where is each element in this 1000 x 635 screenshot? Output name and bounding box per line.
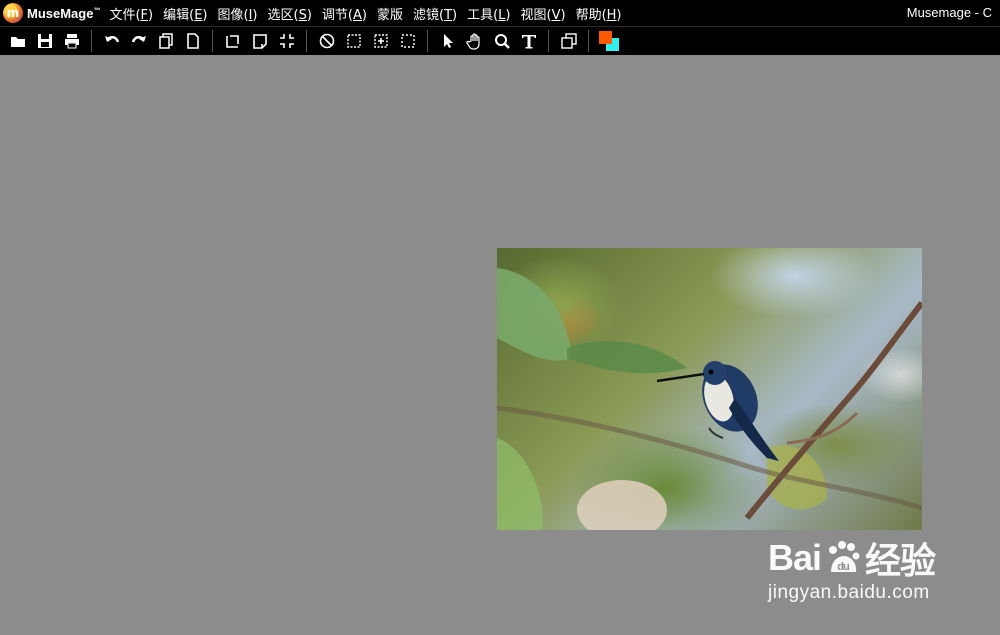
- app-name: MuseMage™: [27, 5, 101, 21]
- layers-icon[interactable]: [557, 29, 581, 53]
- new-document-icon[interactable]: [181, 29, 205, 53]
- deselect-icon[interactable]: [315, 29, 339, 53]
- color-swatch-icon[interactable]: [597, 29, 621, 53]
- menu-item-2[interactable]: 图像(I): [217, 4, 257, 23]
- select-center-icon[interactable]: [369, 29, 393, 53]
- toolbar-separator: [427, 30, 428, 52]
- copy-icon[interactable]: [154, 29, 178, 53]
- watermark-brand: Bai du 经验: [768, 537, 936, 581]
- svg-text:du: du: [837, 561, 849, 573]
- pointer-icon[interactable]: [436, 29, 460, 53]
- baidu-watermark: Bai du 经验 jingyan.baidu.com: [768, 532, 936, 604]
- menu-item-7[interactable]: 工具(L): [467, 4, 510, 23]
- menu-bar: m MuseMage™ 文件(F) 编辑(E) 图像(I) 选区(S) 调节(A) 蒙版滤…: [0, 0, 1000, 26]
- redo-icon[interactable]: [127, 29, 151, 53]
- menu-item-6[interactable]: 滤镜(T): [413, 4, 457, 23]
- menu-item-9[interactable]: 帮助(H): [576, 4, 622, 23]
- toolbar-separator: [548, 30, 549, 52]
- menu-item-0[interactable]: 文件(F): [109, 4, 153, 23]
- print-icon[interactable]: [60, 29, 84, 53]
- save-icon[interactable]: [33, 29, 57, 53]
- watermark-url: jingyan.baidu.com: [768, 582, 930, 603]
- toolbar-separator: [91, 30, 92, 52]
- flip-icon[interactable]: [248, 29, 272, 53]
- photo-content: [497, 268, 922, 530]
- menu-item-4[interactable]: 调节(A): [322, 4, 367, 23]
- crop-fit-icon[interactable]: [275, 29, 299, 53]
- marquee-icon[interactable]: [396, 29, 420, 53]
- text-tool-icon[interactable]: [517, 29, 541, 53]
- menu-item-5[interactable]: 蒙版: [377, 4, 403, 23]
- app-logo: m MuseMage™: [3, 3, 100, 23]
- toolbar-separator: [306, 30, 307, 52]
- menu-item-8[interactable]: 视图(V): [521, 4, 566, 23]
- undo-icon[interactable]: [100, 29, 124, 53]
- open-folder-icon[interactable]: [6, 29, 30, 53]
- hand-icon[interactable]: [463, 29, 487, 53]
- hummingbird-photo[interactable]: [497, 248, 922, 530]
- toolbar: [0, 26, 1000, 55]
- app-logo-icon: m: [3, 3, 23, 23]
- toolbar-separator: [588, 30, 589, 52]
- toolbar-separator: [212, 30, 213, 52]
- zoom-icon[interactable]: [490, 29, 514, 53]
- select-all-icon[interactable]: [342, 29, 366, 53]
- menu-items: 文件(F) 编辑(E) 图像(I) 选区(S) 调节(A) 蒙版 滤镜(T) 工具(L) 视图(…: [104, 4, 626, 23]
- baidu-paw-icon: du: [829, 541, 860, 573]
- menu-item-3[interactable]: 选区(S): [267, 4, 311, 23]
- window-title: Musemage - C: [906, 5, 992, 20]
- menu-item-1[interactable]: 编辑(E): [163, 4, 207, 23]
- rotate-icon[interactable]: [221, 29, 245, 53]
